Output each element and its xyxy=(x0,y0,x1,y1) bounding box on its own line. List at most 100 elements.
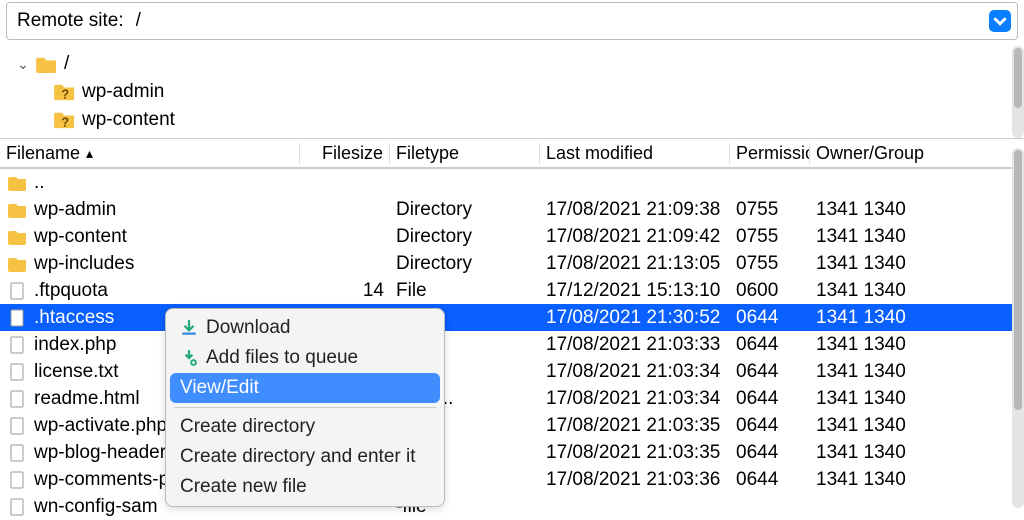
ctx-add-to-queue[interactable]: Add files to queue xyxy=(166,343,444,373)
table-row[interactable]: index.php-file17/08/2021 21:03:330644134… xyxy=(0,331,1024,358)
svg-text:?: ? xyxy=(61,86,69,101)
ctx-download[interactable]: Download xyxy=(166,313,444,343)
unknown-folder-icon: ? xyxy=(54,82,76,102)
cell-lastmodified: 17/08/2021 21:03:35 xyxy=(540,442,730,464)
cell-permissions: 0644 xyxy=(730,334,810,356)
queue-icon xyxy=(180,349,198,367)
cell-filetype: File xyxy=(390,280,540,302)
table-row[interactable]: wp-contentDirectory17/08/2021 21:09:4207… xyxy=(0,223,1024,250)
file-icon xyxy=(8,416,28,436)
cell-ownergroup: 1341 1340 xyxy=(810,334,950,356)
unknown-folder-icon: ? xyxy=(54,110,76,130)
cell-filetype: Directory xyxy=(390,226,540,248)
remote-site-bar: Remote site: xyxy=(6,2,1018,40)
cell-ownergroup: 1341 1340 xyxy=(810,253,950,275)
tree-child-row[interactable]: ? wp-admin xyxy=(14,78,1024,106)
table-row[interactable]: .ftpquota14File17/12/2021 15:13:10060013… xyxy=(0,277,1024,304)
file-icon xyxy=(8,389,28,409)
cell-permissions: 0755 xyxy=(730,253,810,275)
file-name: wp-includes xyxy=(34,253,134,275)
cell-permissions: 0644 xyxy=(730,388,810,410)
folder-icon xyxy=(8,200,28,220)
file-name: license.txt xyxy=(34,361,118,383)
remote-site-input[interactable] xyxy=(132,3,989,39)
cell-lastmodified: 17/08/2021 21:03:34 xyxy=(540,388,730,410)
file-name: wp-blog-header. xyxy=(34,442,170,464)
cell-lastmodified: 17/08/2021 21:03:35 xyxy=(540,415,730,437)
table-row[interactable]: wp-adminDirectory17/08/2021 21:09:380755… xyxy=(0,196,1024,223)
remote-site-label: Remote site: xyxy=(7,10,132,32)
cell-permissions: 0644 xyxy=(730,442,810,464)
tree-root-label: / xyxy=(64,53,69,75)
file-icon xyxy=(8,308,28,328)
file-icon xyxy=(8,335,28,355)
ctx-separator xyxy=(174,407,436,408)
col-filesize[interactable]: Filesize xyxy=(300,143,390,164)
col-lastmodified[interactable]: Last modified xyxy=(540,143,730,164)
tree-root-row[interactable]: ⌄ / xyxy=(14,50,1024,78)
ctx-create-file[interactable]: Create new file xyxy=(166,472,444,502)
table-row[interactable]: wp-blog-header.-file17/08/2021 21:03:350… xyxy=(0,439,1024,466)
cell-permissions: 0755 xyxy=(730,226,810,248)
tree-scrollbar[interactable] xyxy=(1012,46,1024,138)
file-icon xyxy=(8,443,28,463)
file-icon xyxy=(8,362,28,382)
cell-ownergroup: 1341 1340 xyxy=(810,442,950,464)
col-filetype[interactable]: Filetype xyxy=(390,143,540,164)
cell-lastmodified: 17/08/2021 21:03:33 xyxy=(540,334,730,356)
cell-lastmodified: 17/08/2021 21:03:36 xyxy=(540,469,730,491)
expander-icon[interactable]: ⌄ xyxy=(14,56,32,73)
table-row[interactable]: wn-config-sam-file xyxy=(0,493,1024,520)
cell-filename: wp-content xyxy=(0,226,300,248)
ctx-create-directory-enter[interactable]: Create directory and enter it xyxy=(166,442,444,472)
tree-child-row[interactable]: ? wp-content xyxy=(14,106,1024,134)
cell-lastmodified: 17/08/2021 21:30:52 xyxy=(540,307,730,329)
file-name: .. xyxy=(34,172,45,194)
cell-lastmodified: 17/08/2021 21:03:34 xyxy=(540,361,730,383)
cell-permissions: 0644 xyxy=(730,415,810,437)
file-list: ..wp-adminDirectory17/08/2021 21:09:3807… xyxy=(0,169,1024,520)
folder-icon xyxy=(8,227,28,247)
cell-filesize: 14 xyxy=(300,280,390,302)
folder-icon xyxy=(8,254,28,274)
cell-permissions: 0644 xyxy=(730,307,810,329)
file-name: wp-content xyxy=(34,226,127,248)
cell-filename: .. xyxy=(0,172,300,194)
cell-filetype: Directory xyxy=(390,199,540,221)
cell-permissions: 0644 xyxy=(730,361,810,383)
cell-permissions: 0644 xyxy=(730,469,810,491)
table-row[interactable]: wp-activate.php-file17/08/2021 21:03:350… xyxy=(0,412,1024,439)
folder-icon xyxy=(8,173,28,193)
cell-ownergroup: 1341 1340 xyxy=(810,415,950,437)
table-row[interactable]: wp-includes Directory17/08/2021 21:13:050… xyxy=(0,250,1024,277)
table-row[interactable]: wp-comments-p-file17/08/2021 21:03:36064… xyxy=(0,466,1024,493)
cell-filename: .ftpquota xyxy=(0,280,300,302)
cell-ownergroup: 1341 1340 xyxy=(810,361,950,383)
list-scrollbar[interactable] xyxy=(1012,148,1024,508)
col-filename[interactable]: Filename ▴ xyxy=(0,143,300,164)
cell-ownergroup: 1341 1340 xyxy=(810,307,950,329)
col-permissions[interactable]: Permissio xyxy=(730,143,810,164)
table-row[interactable]: license.txtile17/08/2021 21:03:340644134… xyxy=(0,358,1024,385)
cell-permissions: 0755 xyxy=(730,199,810,221)
table-row[interactable]: readme.htmlIL do...17/08/2021 21:03:3406… xyxy=(0,385,1024,412)
context-menu: Download Add files to queue View/Edit Cr… xyxy=(165,308,445,507)
ctx-view-edit[interactable]: View/Edit xyxy=(170,373,440,403)
chevron-down-icon xyxy=(993,14,1007,28)
table-row[interactable]: .htaccess17/08/2021 21:30:5206441341 134… xyxy=(0,304,1024,331)
file-icon xyxy=(8,497,28,517)
ctx-create-directory[interactable]: Create directory xyxy=(166,412,444,442)
remote-site-dropdown-button[interactable] xyxy=(989,10,1011,32)
cell-ownergroup: 1341 1340 xyxy=(810,280,950,302)
col-ownergroup[interactable]: Owner/Group xyxy=(810,143,950,164)
cell-lastmodified: 17/08/2021 21:13:05 xyxy=(540,253,730,275)
cell-ownergroup: 1341 1340 xyxy=(810,469,950,491)
table-row[interactable]: .. xyxy=(0,169,1024,196)
cell-filename: wp-includes xyxy=(0,253,300,275)
cell-filetype: Directory xyxy=(390,253,540,275)
file-icon xyxy=(8,281,28,301)
tree-child-label: wp-admin xyxy=(82,81,164,103)
sort-asc-icon: ▴ xyxy=(86,145,93,162)
file-icon xyxy=(8,470,28,490)
file-name: readme.html xyxy=(34,388,140,410)
